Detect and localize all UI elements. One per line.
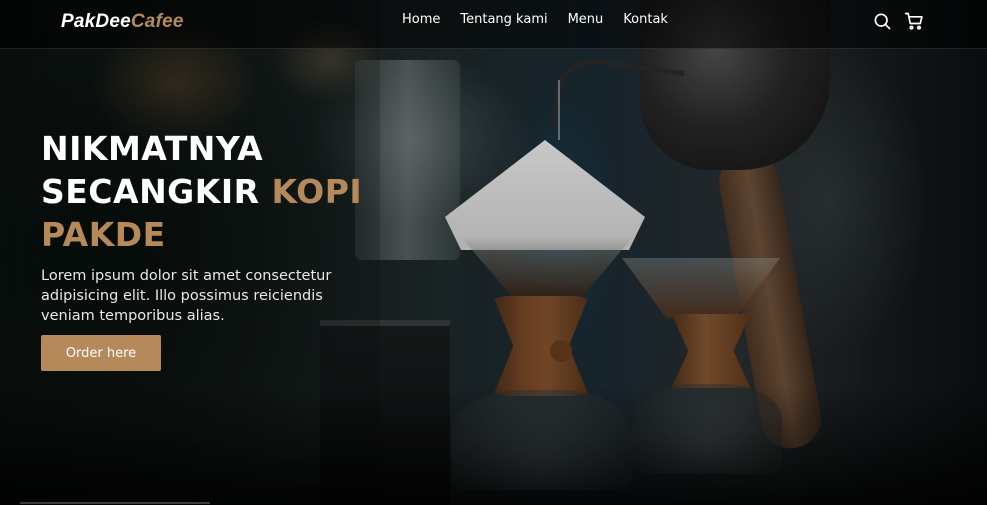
bottom-divider: [20, 502, 210, 504]
order-here-button[interactable]: Order here: [41, 335, 161, 371]
nav-link-menu[interactable]: Menu: [568, 12, 604, 27]
hero-title-line2-accent: KOPI: [271, 172, 363, 211]
hero-title-line3-accent: PAKDE: [41, 215, 166, 254]
cart-icon[interactable]: [904, 11, 924, 31]
brand-name-part2: Cafee: [130, 11, 184, 32]
hero-title-line2-white: SECANGKIR: [41, 172, 260, 211]
hero-title: NIKMATNYA SECANGKIR KOPI PAKDE: [41, 127, 362, 256]
nav-link-home[interactable]: Home: [402, 12, 440, 27]
search-icon[interactable]: [872, 11, 892, 31]
hero-title-line1: NIKMATNYA: [41, 129, 264, 168]
nav-link-kontak[interactable]: Kontak: [623, 12, 668, 27]
brand-name-part1: PakDee: [61, 11, 131, 32]
hero-description: Lorem ipsum dolor sit amet consectetur a…: [41, 268, 332, 324]
nav-icons: [872, 11, 924, 31]
brand-logo[interactable]: PakDeeCafee: [61, 11, 184, 33]
navbar: PakDeeCafee Home Tentang kami Menu Konta…: [0, 0, 987, 49]
nav-link-tentang-kami[interactable]: Tentang kami: [460, 12, 547, 27]
nav-links: Home Tentang kami Menu Kontak: [402, 12, 668, 27]
